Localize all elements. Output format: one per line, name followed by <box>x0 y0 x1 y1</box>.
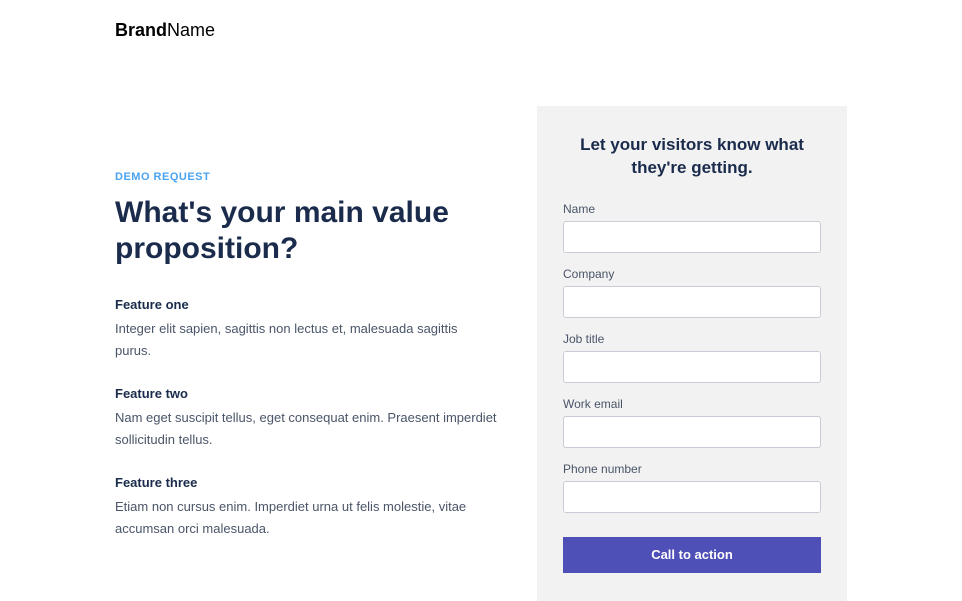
form-field-job-title: Job title <box>563 332 821 383</box>
form-field-phone: Phone number <box>563 462 821 513</box>
feature-description: Integer elit sapien, sagittis non lectus… <box>115 318 497 362</box>
brand-logo: BrandName <box>115 20 847 41</box>
phone-input[interactable] <box>563 481 821 513</box>
feature-block: Feature three Etiam non cursus enim. Imp… <box>115 475 497 540</box>
feature-description: Etiam non cursus enim. Imperdiet urna ut… <box>115 496 497 540</box>
brand-bold: Brand <box>115 20 167 40</box>
phone-label: Phone number <box>563 462 821 476</box>
left-column: DEMO REQUEST What's your main value prop… <box>115 106 497 601</box>
form-field-company: Company <box>563 267 821 318</box>
feature-title: Feature two <box>115 386 497 401</box>
feature-block: Feature one Integer elit sapien, sagitti… <box>115 297 497 362</box>
job-title-label: Job title <box>563 332 821 346</box>
eyebrow-label: DEMO REQUEST <box>115 171 497 183</box>
company-input[interactable] <box>563 286 821 318</box>
work-email-label: Work email <box>563 397 821 411</box>
brand-light: Name <box>167 20 215 40</box>
form-field-name: Name <box>563 202 821 253</box>
form-field-work-email: Work email <box>563 397 821 448</box>
form-panel: Let your visitors know what they're gett… <box>537 106 847 601</box>
cta-button[interactable]: Call to action <box>563 537 821 573</box>
feature-title: Feature one <box>115 297 497 312</box>
name-input[interactable] <box>563 221 821 253</box>
feature-block: Feature two Nam eget suscipit tellus, eg… <box>115 386 497 451</box>
work-email-input[interactable] <box>563 416 821 448</box>
form-title: Let your visitors know what they're gett… <box>563 134 821 180</box>
company-label: Company <box>563 267 821 281</box>
feature-title: Feature three <box>115 475 497 490</box>
name-label: Name <box>563 202 821 216</box>
job-title-input[interactable] <box>563 351 821 383</box>
feature-description: Nam eget suscipit tellus, eget consequat… <box>115 407 497 451</box>
headline: What's your main value proposition? <box>115 195 497 267</box>
